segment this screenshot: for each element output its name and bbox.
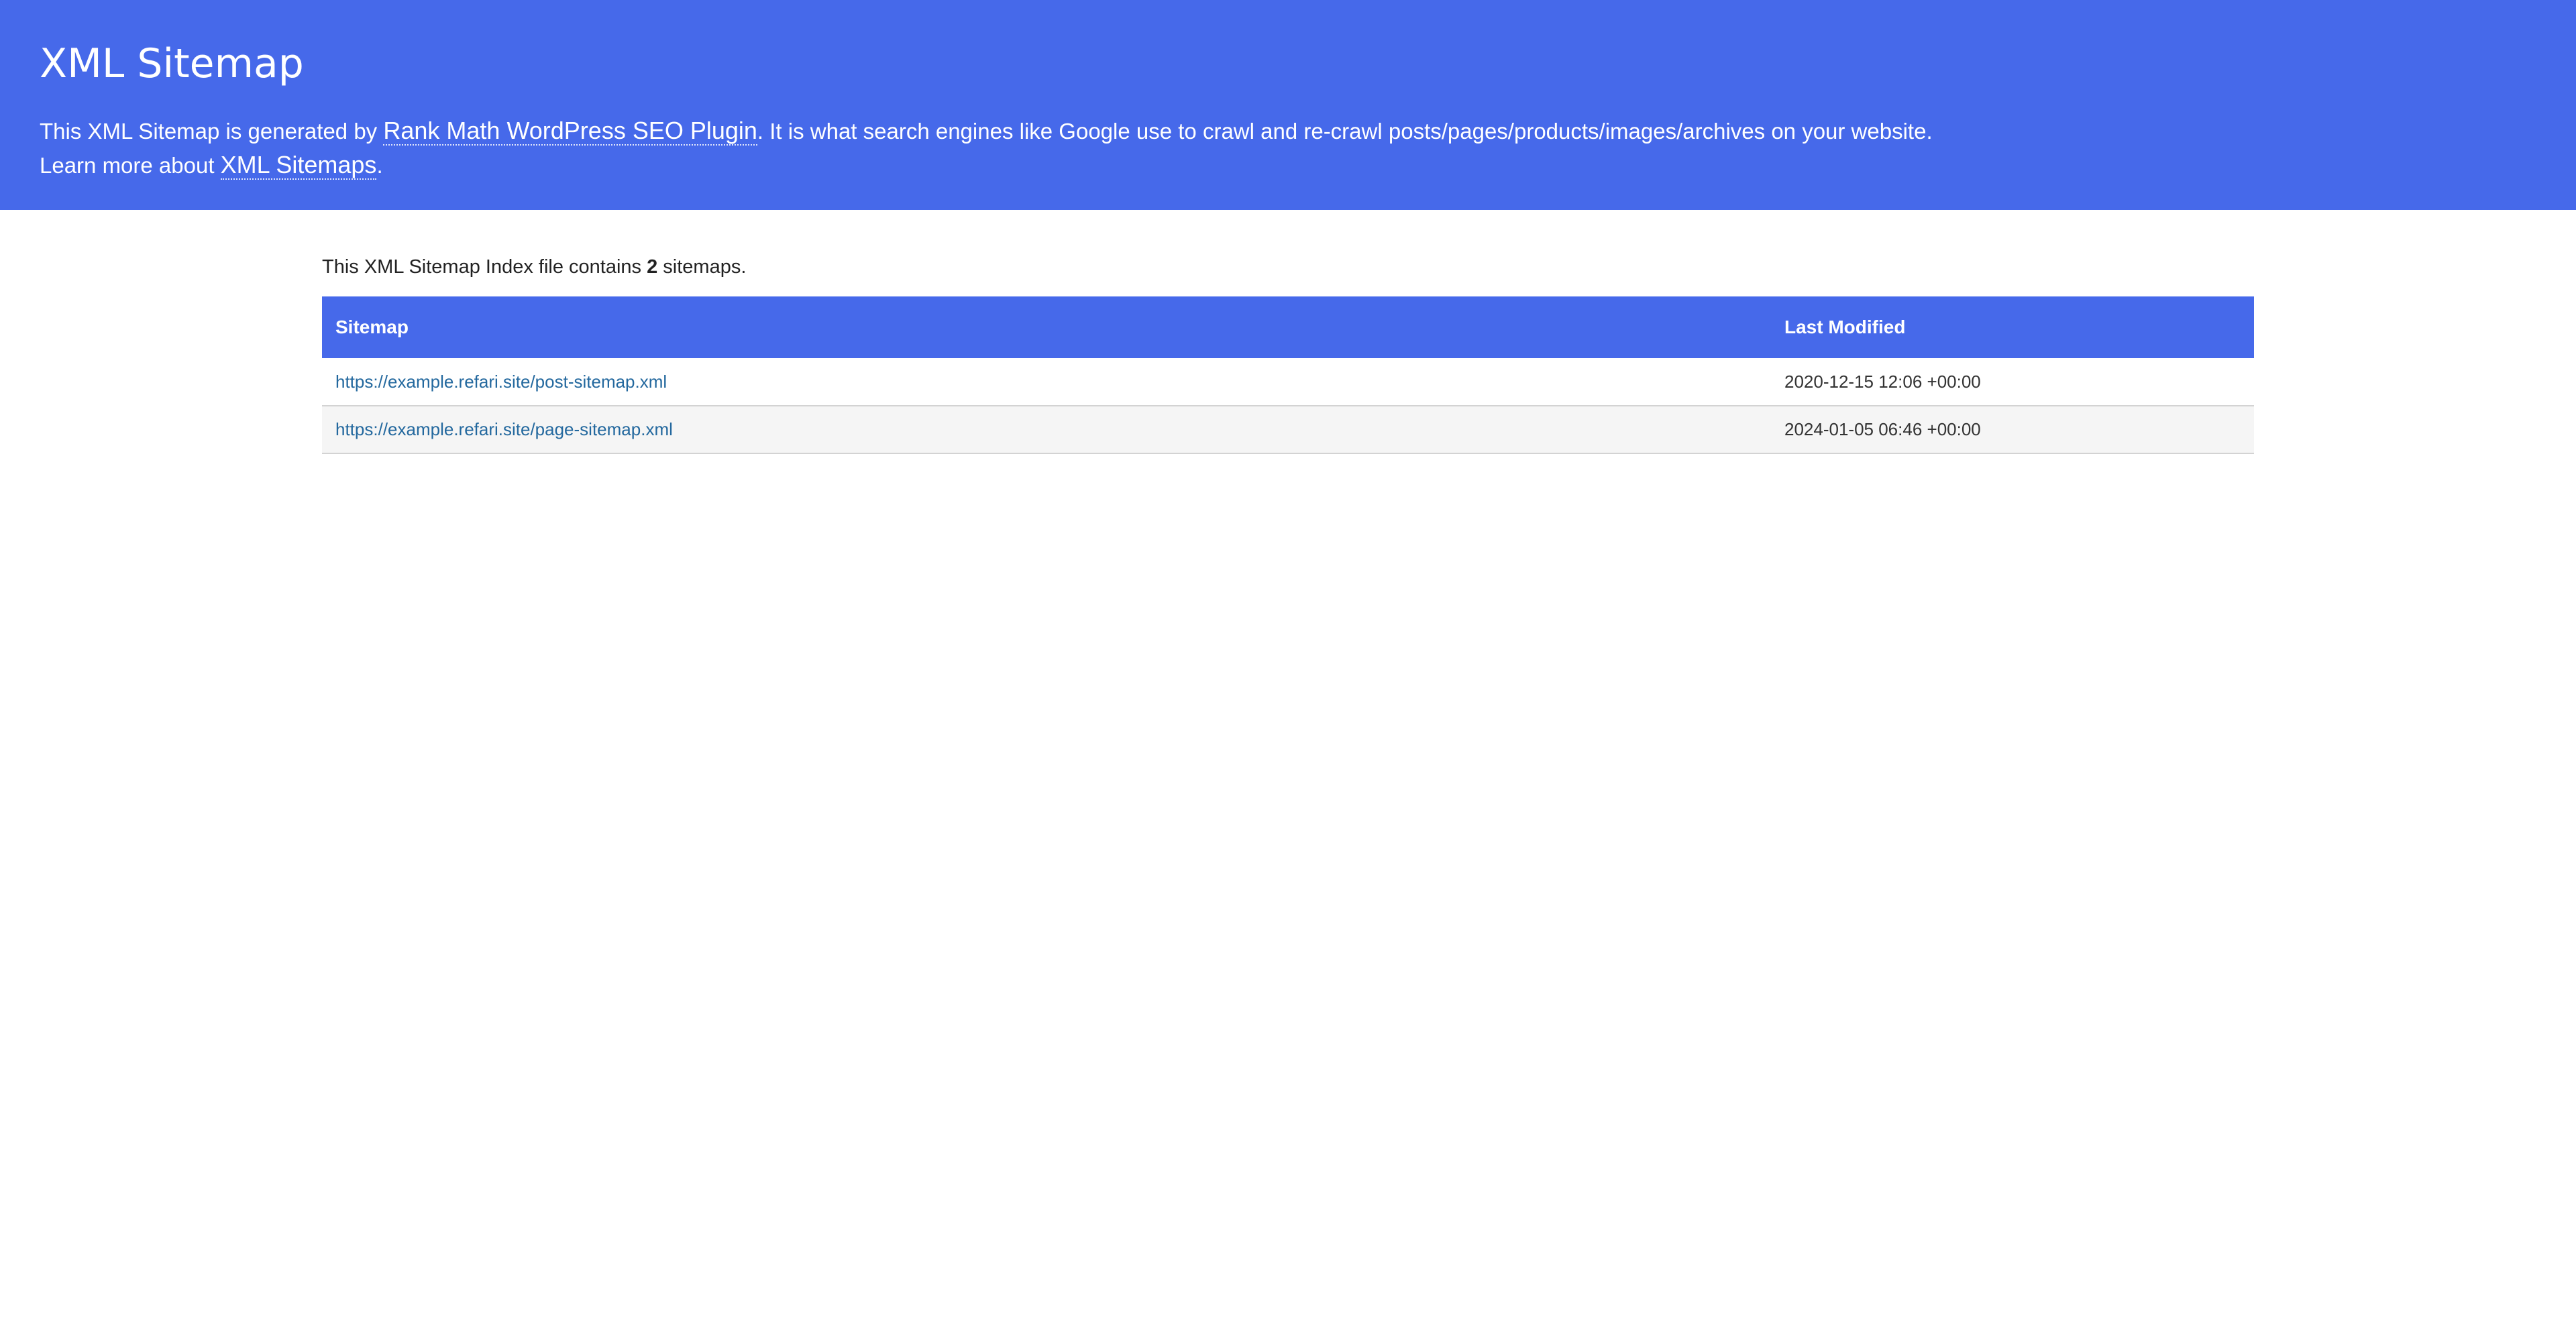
sitemap-cell: https://example.refari.site/post-sitemap… <box>322 358 1771 406</box>
intro-text-after: . It is what search engines like Google … <box>757 119 1933 144</box>
intro-text-before: This XML Sitemap is generated by <box>40 119 384 144</box>
sitemap-summary: This XML Sitemap Index file contains 2 s… <box>322 252 2254 282</box>
sitemap-count: 2 <box>647 256 658 278</box>
xml-sitemaps-link[interactable]: XML Sitemaps <box>220 151 377 180</box>
learn-text-before: Learn more about <box>40 153 221 178</box>
learn-text-after: . <box>376 153 383 178</box>
column-header-sitemap: Sitemap <box>335 317 409 337</box>
sitemap-link[interactable]: https://example.refari.site/post-sitemap… <box>335 372 667 392</box>
summary-text-after: sitemaps. <box>657 256 747 278</box>
sitemap-cell: https://example.refari.site/page-sitemap… <box>322 406 1771 453</box>
table-row: https://example.refari.site/page-sitemap… <box>322 406 2254 453</box>
sitemap-link[interactable]: https://example.refari.site/page-sitemap… <box>335 419 673 439</box>
summary-text-before: This XML Sitemap Index file contains <box>322 256 647 278</box>
last-modified-cell: 2024-01-05 06:46 +00:00 <box>1784 419 1981 439</box>
sitemap-table: Sitemap Last Modified https://example.re… <box>322 296 2254 454</box>
table-header-row: Sitemap Last Modified <box>322 296 2254 358</box>
column-header-last-modified: Last Modified <box>1784 317 1906 337</box>
table-row: https://example.refari.site/post-sitemap… <box>322 358 2254 406</box>
header-description: This XML Sitemap is generated by Rank Ma… <box>40 114 2536 182</box>
main-content: This XML Sitemap Index file contains 2 s… <box>322 252 2254 454</box>
last-modified-cell: 2020-12-15 12:06 +00:00 <box>1784 371 1981 392</box>
page-title: XML Sitemap <box>40 40 304 87</box>
rank-math-plugin-link[interactable]: Rank Math WordPress SEO Plugin <box>383 117 757 146</box>
page-header: XML Sitemap This XML Sitemap is generate… <box>0 0 2576 210</box>
